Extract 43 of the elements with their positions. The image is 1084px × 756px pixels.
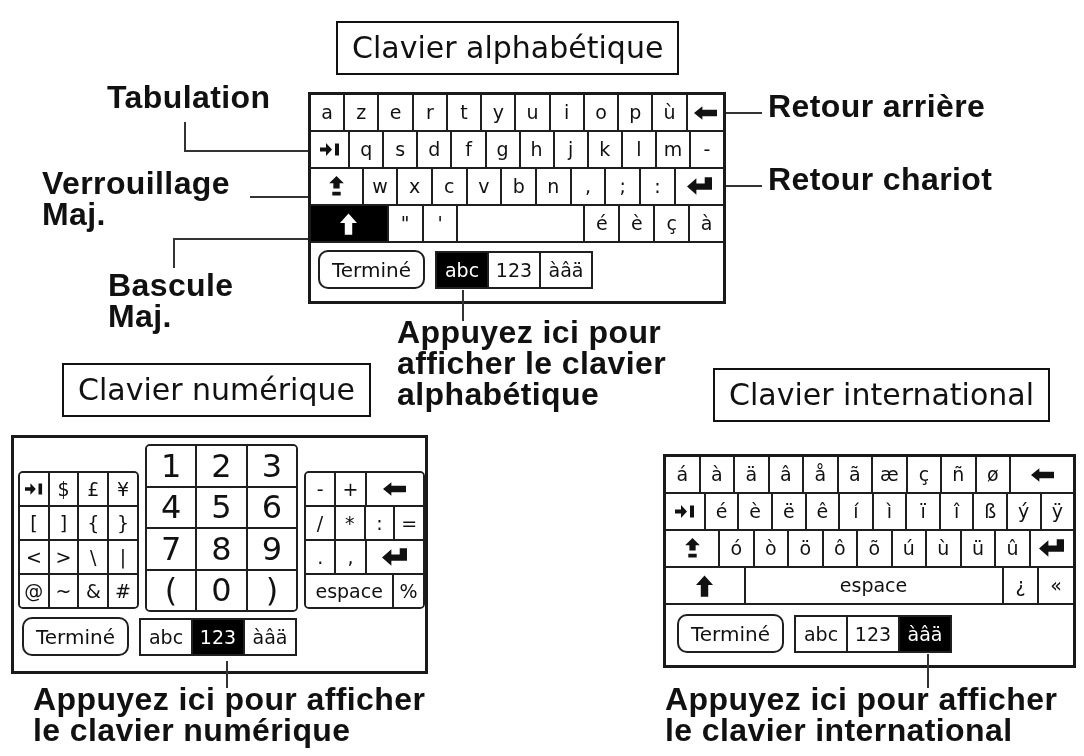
leader-line — [725, 112, 763, 114]
callout-label: Retour arrière — [768, 91, 986, 122]
keyboard-key[interactable]: 1 — [146, 446, 198, 486]
shift-icon — [696, 574, 714, 597]
tab-icon — [674, 505, 695, 518]
leader-line — [249, 196, 309, 198]
callout-label: Appuyez ici pour afficher le clavier numérique — [33, 684, 426, 746]
done-button[interactable]: Terminé — [318, 250, 425, 289]
callout-label: Appuyez ici pour afficher le clavier alphabétique — [397, 317, 667, 410]
keyboard-title: Clavier alphabétique — [336, 21, 680, 75]
mode-tab[interactable]: 123 — [193, 620, 245, 654]
backspace-icon — [383, 482, 407, 496]
mode-tab[interactable]: abc — [437, 253, 489, 287]
callout-label: Tabulation — [107, 82, 271, 113]
tab-icon — [319, 143, 340, 156]
backspace-icon — [1030, 467, 1054, 482]
tab-icon — [24, 483, 43, 495]
callout-label: Verrouillage Maj. — [42, 168, 230, 230]
keyboard-key[interactable]: @ — [20, 575, 50, 607]
leader-line — [927, 653, 929, 689]
keyboard-key[interactable]: ( — [146, 570, 198, 610]
return-icon — [382, 547, 408, 567]
keyboard-key[interactable]: - — [306, 473, 337, 505]
shift-key[interactable] — [311, 206, 389, 241]
caps-lock-icon — [328, 176, 344, 197]
callout-label: Retour chariot — [768, 164, 993, 195]
space-key[interactable]: espace — [306, 575, 395, 607]
done-button[interactable]: Terminé — [677, 614, 784, 653]
return-icon — [686, 177, 712, 196]
keyboard-title: Clavier numérique — [62, 363, 371, 417]
backspace-icon — [693, 105, 717, 120]
keyboard-title: Clavier international — [713, 368, 1051, 422]
leader-line — [725, 185, 763, 187]
tab-key[interactable] — [20, 473, 50, 505]
return-icon — [1039, 539, 1065, 558]
done-button[interactable]: Terminé — [22, 617, 129, 656]
caps-lock-icon — [684, 538, 700, 559]
leader-line — [462, 289, 464, 322]
leader-line — [226, 660, 228, 689]
shift-icon — [340, 212, 358, 235]
callout-label: Appuyez ici pour afficher le clavier international — [665, 684, 1058, 746]
callout-label: Bascule Maj. — [108, 270, 234, 332]
mode-tab[interactable]: àâä — [900, 617, 950, 651]
